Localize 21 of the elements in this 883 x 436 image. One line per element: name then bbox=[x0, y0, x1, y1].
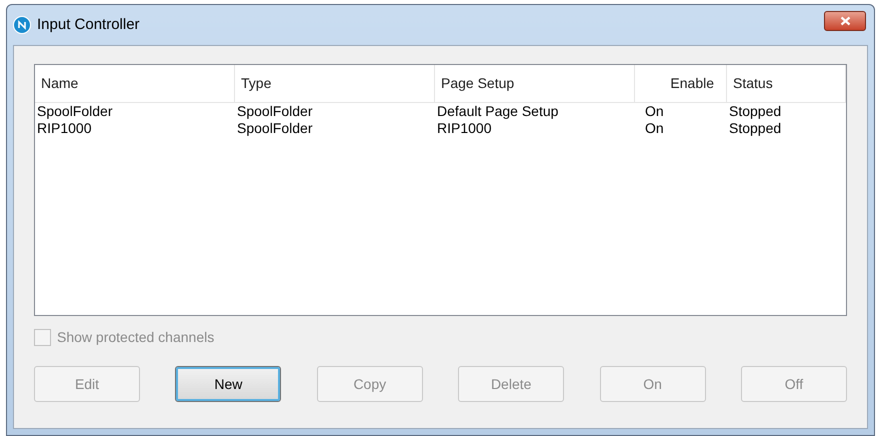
table-cell-text: RIP1000 bbox=[36, 120, 92, 137]
column-header[interactable]: Name bbox=[35, 65, 235, 102]
table-cell-text: Default Page Setup bbox=[436, 103, 560, 120]
table-cell-text: SpoolFolder bbox=[236, 103, 314, 120]
table-cell-text: SpoolFolder bbox=[36, 103, 114, 120]
close-icon bbox=[840, 16, 850, 26]
table-cell-text: SpoolFolder bbox=[236, 120, 314, 137]
close-button[interactable] bbox=[824, 11, 866, 31]
checkbox-label: Show protected channels bbox=[57, 328, 214, 347]
table-cell-text: RIP1000 bbox=[436, 120, 492, 137]
column-header[interactable]: Type bbox=[235, 65, 435, 102]
table-cell-text: Stopped bbox=[728, 103, 782, 120]
window-title: Input Controller bbox=[37, 14, 140, 35]
action-button[interactable]: New bbox=[175, 366, 282, 402]
table-cell-text: On bbox=[644, 120, 665, 137]
column-header[interactable]: Page Setup bbox=[435, 65, 635, 102]
app-logo-icon bbox=[13, 16, 31, 34]
column-header[interactable]: Status bbox=[727, 65, 846, 102]
table-cell-text: Stopped bbox=[728, 120, 782, 137]
table-cell-text: On bbox=[644, 103, 665, 120]
column-header[interactable]: Enable bbox=[635, 65, 727, 102]
